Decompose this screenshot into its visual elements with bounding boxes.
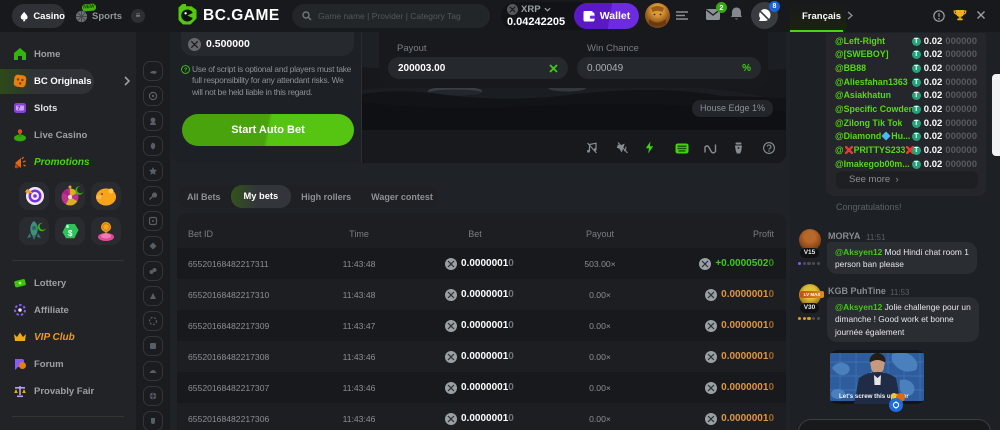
svg-text:Let's screw this up t: Let's screw this up t xyxy=(839,393,898,400)
svg-text:$: $ xyxy=(68,229,73,238)
svg-text:7: 7 xyxy=(18,106,21,112)
svg-text:?: ? xyxy=(184,67,188,73)
